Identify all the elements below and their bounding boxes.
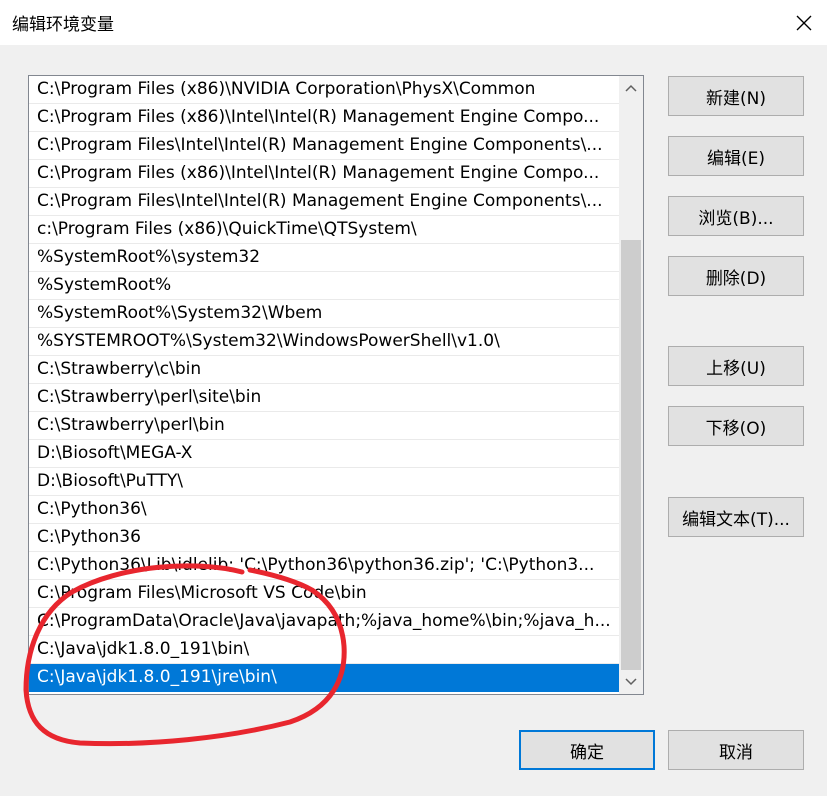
path-list-item[interactable]: %SystemRoot%\system32 [29, 244, 619, 272]
chevron-down-icon [625, 678, 637, 686]
path-list-item[interactable]: C:\Program Files\Intel\Intel(R) Manageme… [29, 132, 619, 160]
window-title: 编辑环境变量 [12, 15, 114, 35]
path-list-item[interactable]: D:\Biosoft\PuTTY\ [29, 468, 619, 496]
path-list-item[interactable]: C:\Java\jdk1.8.0_191\jre\bin\ [29, 664, 619, 692]
path-list-item[interactable]: C:\Program Files (x86)\Intel\Intel(R) Ma… [29, 160, 619, 188]
path-list[interactable]: C:\Program Files (x86)\NVIDIA Corporatio… [28, 75, 644, 695]
scroll-thumb[interactable] [621, 240, 641, 670]
scroll-up-button[interactable] [619, 76, 643, 100]
path-list-item[interactable]: C:\Python36 [29, 524, 619, 552]
path-list-item[interactable]: %SYSTEMROOT%\System32\WindowsPowerShell\… [29, 328, 619, 356]
title-bar: 编辑环境变量 [0, 0, 827, 45]
chevron-up-icon [625, 84, 637, 92]
path-list-items: C:\Program Files (x86)\NVIDIA Corporatio… [29, 76, 619, 692]
edit-text-button[interactable]: 编辑文本(T)... [668, 497, 804, 537]
browse-button[interactable]: 浏览(B)... [668, 196, 804, 236]
move-down-button[interactable]: 下移(O) [668, 406, 804, 446]
move-up-button[interactable]: 上移(U) [668, 346, 804, 386]
ok-button[interactable]: 确定 [519, 730, 655, 770]
path-list-item[interactable]: C:\Program Files\Intel\Intel(R) Manageme… [29, 188, 619, 216]
path-list-item[interactable]: C:\Strawberry\c\bin [29, 356, 619, 384]
path-list-item[interactable]: C:\Python36\ [29, 496, 619, 524]
path-list-item[interactable]: %SystemRoot% [29, 272, 619, 300]
close-button[interactable] [781, 0, 827, 45]
path-list-item[interactable]: C:\Strawberry\perl\bin [29, 412, 619, 440]
close-icon [796, 15, 812, 30]
delete-button[interactable]: 删除(D) [668, 256, 804, 296]
path-list-item[interactable]: C:\Program Files (x86)\NVIDIA Corporatio… [29, 76, 619, 104]
scroll-down-button[interactable] [619, 670, 643, 694]
vertical-scrollbar[interactable] [619, 76, 643, 694]
cancel-button[interactable]: 取消 [668, 730, 804, 770]
path-list-item[interactable]: D:\Biosoft\MEGA-X [29, 440, 619, 468]
new-button[interactable]: 新建(N) [668, 76, 804, 116]
path-list-item[interactable]: c:\Program Files (x86)\QuickTime\QTSyste… [29, 216, 619, 244]
path-list-item[interactable]: C:\Program Files (x86)\Intel\Intel(R) Ma… [29, 104, 619, 132]
edit-button[interactable]: 编辑(E) [668, 136, 804, 176]
path-list-item[interactable]: C:\Java\jdk1.8.0_191\bin\ [29, 636, 619, 664]
path-list-item[interactable]: %SystemRoot%\System32\Wbem [29, 300, 619, 328]
path-list-item[interactable]: C:\Program Files\Microsoft VS Code\bin [29, 580, 619, 608]
path-list-item[interactable]: C:\Python36\Lib\idlelib; 'C:\Python36\py… [29, 552, 619, 580]
path-list-item[interactable]: C:\Strawberry\perl\site\bin [29, 384, 619, 412]
path-list-item[interactable]: C:\ProgramData\Oracle\Java\javapath;%jav… [29, 608, 619, 636]
